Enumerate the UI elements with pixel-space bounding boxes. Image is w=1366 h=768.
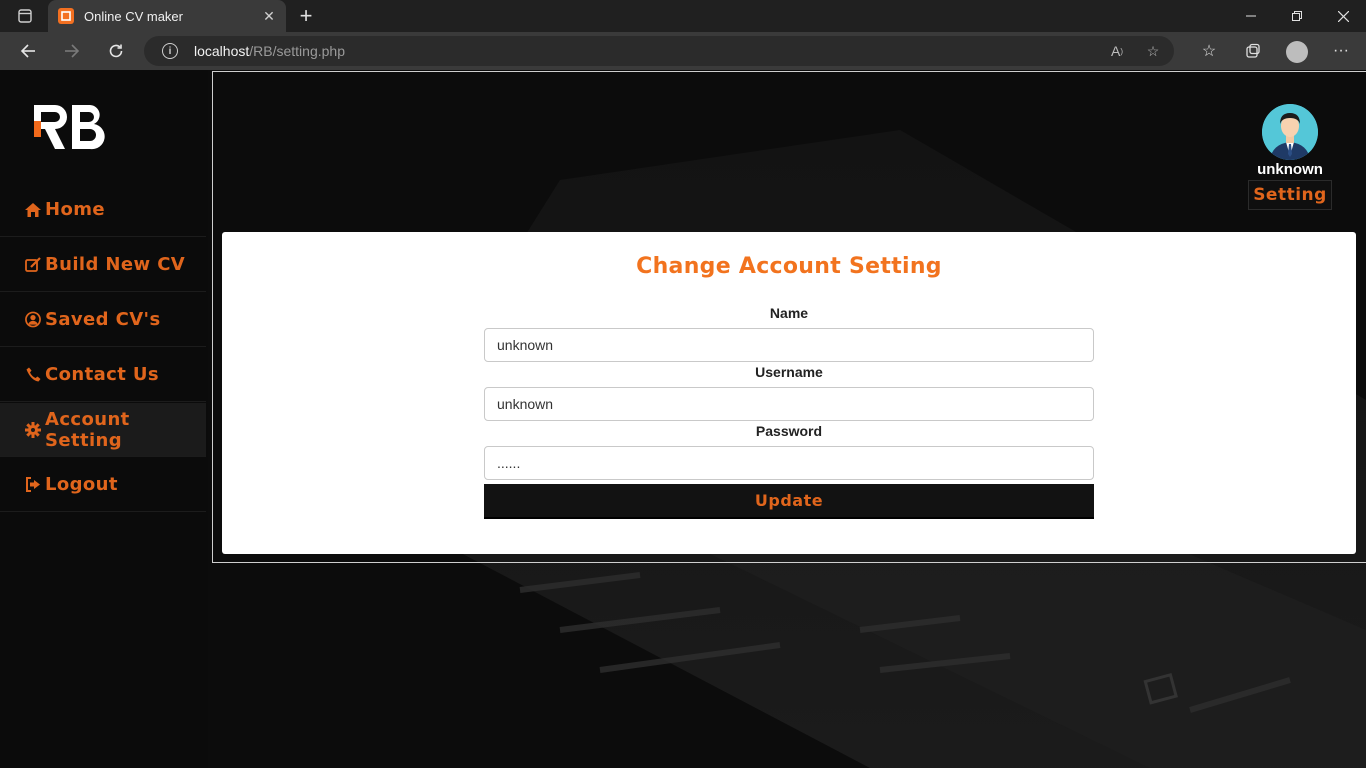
new-tab-icon[interactable]: + [294, 3, 318, 28]
favicon-icon [58, 8, 74, 24]
sidebar: Home Build New CV Saved CV's Contact Us … [0, 70, 208, 768]
name-label: Name [769, 305, 809, 321]
read-aloud-icon[interactable]: A) [1106, 41, 1128, 61]
browser-tab[interactable]: Online CV maker ✕ [48, 0, 286, 32]
sidebar-item-label: Logout [45, 474, 118, 495]
sidebar-item-label: Home [45, 199, 105, 220]
favorites-icon[interactable]: ☆ [1194, 38, 1224, 64]
user-avatar[interactable] [1262, 104, 1318, 160]
username-field[interactable] [484, 387, 1094, 421]
home-icon [25, 202, 41, 218]
update-button[interactable]: Update [484, 484, 1094, 519]
restore-icon[interactable] [1274, 0, 1320, 32]
address-bar-row: i localhost/RB/setting.php A) ☆ ☆ ··· [0, 32, 1366, 70]
tab-title: Online CV maker [84, 8, 183, 24]
profile-icon[interactable] [1282, 38, 1312, 64]
setting-button[interactable]: Setting [1248, 180, 1332, 210]
sidebar-item-home[interactable]: Home [0, 183, 206, 237]
refresh-icon[interactable] [102, 38, 130, 64]
minimize-icon[interactable] [1228, 0, 1274, 32]
window-controls [1228, 0, 1366, 32]
sign-out-icon [25, 477, 41, 493]
rb-logo[interactable] [32, 102, 106, 152]
sidebar-item-contact-us[interactable]: Contact Us [0, 348, 206, 402]
sidebar-item-logout[interactable]: Logout [0, 458, 206, 512]
collections-icon[interactable] [1238, 38, 1268, 64]
phone-icon [25, 367, 41, 383]
user-name: unknown [1257, 161, 1323, 178]
back-icon[interactable] [14, 38, 42, 64]
gear-icon [25, 421, 41, 438]
add-favorite-icon[interactable]: ☆ [1142, 41, 1164, 61]
tab-actions-icon[interactable] [8, 4, 42, 28]
site-info-icon[interactable]: i [162, 43, 178, 59]
sidebar-item-build-new-cv[interactable]: Build New CV [0, 238, 206, 292]
close-window-icon[interactable] [1320, 0, 1366, 32]
sidebar-item-account-setting[interactable]: Account Setting [0, 403, 206, 457]
sidebar-item-label: Saved CV's [45, 309, 161, 330]
name-field[interactable] [484, 328, 1094, 362]
page-title: Change Account Setting [636, 254, 942, 279]
sidebar-item-label: Account Setting [45, 408, 130, 451]
sidebar-item-saved-cvs[interactable]: Saved CV's [0, 293, 206, 347]
url-field[interactable]: i localhost/RB/setting.php A) ☆ [144, 36, 1174, 66]
forward-icon[interactable] [58, 38, 86, 64]
password-field[interactable] [484, 446, 1094, 480]
user-circle-icon [25, 311, 41, 328]
username-label: Username [755, 364, 823, 380]
close-tab-icon[interactable]: ✕ [260, 7, 278, 25]
more-menu-icon[interactable]: ··· [1326, 38, 1356, 64]
sidebar-item-label: Contact Us [45, 364, 160, 385]
url-text: localhost/RB/setting.php [194, 43, 345, 59]
account-setting-card: Change Account Setting Name Username Pas… [222, 232, 1356, 554]
sidebar-item-label: Build New CV [45, 254, 186, 275]
password-label: Password [755, 423, 823, 439]
edit-icon [25, 256, 41, 273]
browser-tab-bar: Online CV maker ✕ + [0, 0, 1366, 32]
